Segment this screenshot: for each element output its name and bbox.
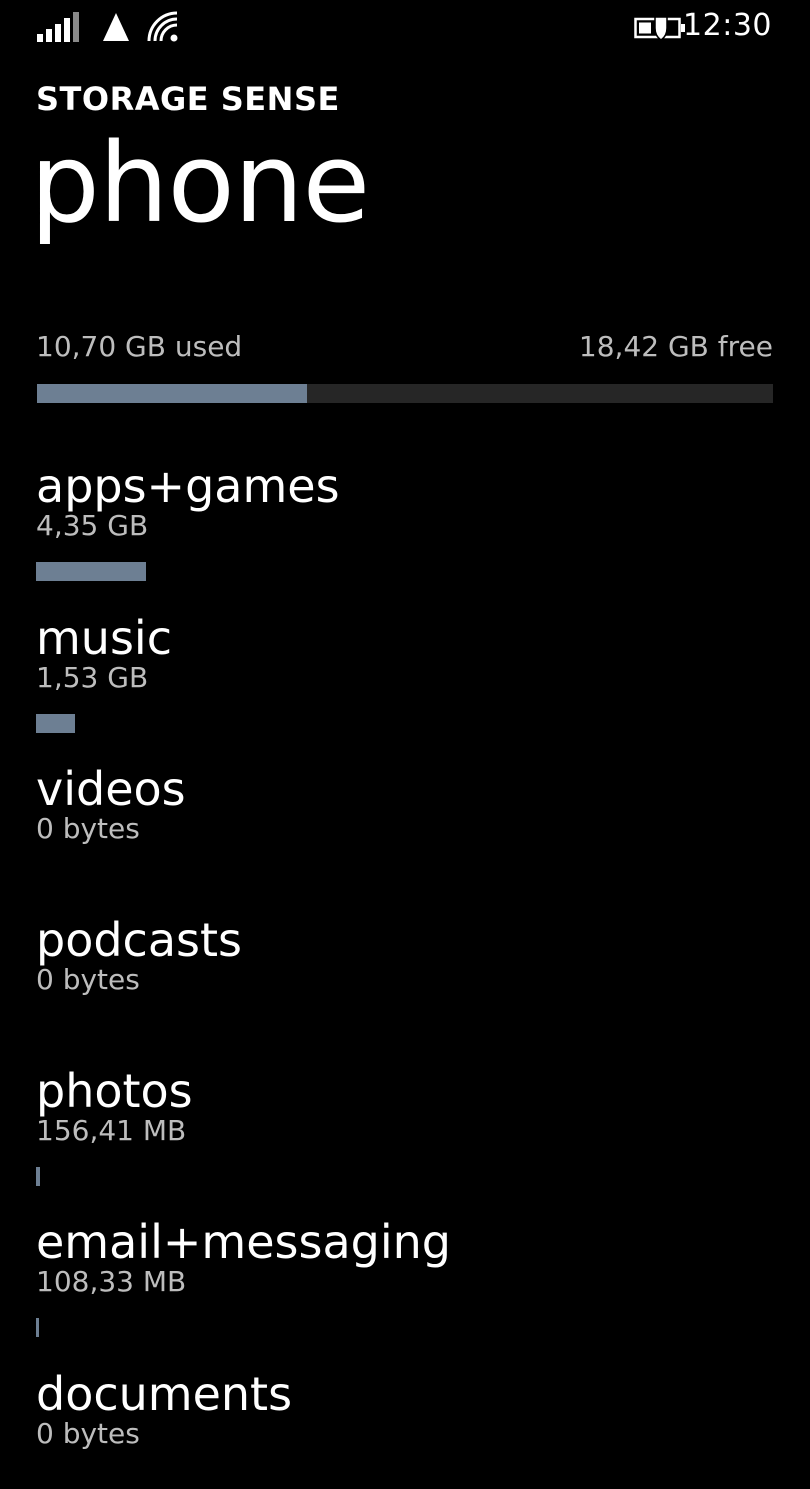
category-size: 0 bytes xyxy=(36,963,140,996)
category-bar-fill xyxy=(36,1167,40,1186)
triangle-network-icon xyxy=(103,13,129,41)
category-size: 156,41 MB xyxy=(36,1114,187,1147)
category-bar xyxy=(36,1167,772,1186)
page-title: phone xyxy=(30,119,370,247)
category-name: videos xyxy=(36,762,186,816)
signal-strength-icon xyxy=(37,12,79,42)
category-name: podcasts xyxy=(36,913,242,967)
category-bar xyxy=(36,562,772,581)
category-name: photos xyxy=(36,1064,193,1118)
used-label: 10,70 GB used xyxy=(36,330,243,363)
category-size: 4,35 GB xyxy=(36,509,149,542)
category-bar xyxy=(36,865,772,884)
status-bar: 12:30 xyxy=(0,0,810,56)
category-apps-games[interactable]: apps+games 4,35 GB xyxy=(36,458,776,581)
category-name: email+messaging xyxy=(36,1215,451,1269)
category-podcasts[interactable]: podcasts 0 bytes xyxy=(36,912,776,1035)
category-name: music xyxy=(36,611,173,665)
category-name: apps+games xyxy=(36,459,340,513)
category-documents[interactable]: documents 0 bytes xyxy=(36,1366,776,1489)
category-bar-fill xyxy=(36,1318,39,1337)
category-bar-fill xyxy=(36,562,146,581)
category-size: 1,53 GB xyxy=(36,661,149,694)
wifi-icon xyxy=(147,11,178,42)
category-bar xyxy=(36,714,772,733)
category-bar-fill xyxy=(36,714,75,733)
category-bar xyxy=(36,1470,772,1489)
free-label: 18,42 GB free xyxy=(578,330,773,363)
category-size: 108,33 MB xyxy=(36,1265,187,1298)
category-videos[interactable]: videos 0 bytes xyxy=(36,761,776,884)
battery-saver-icon xyxy=(634,16,685,41)
category-size: 0 bytes xyxy=(36,1417,140,1450)
category-email-messaging[interactable]: email+messaging 108,33 MB xyxy=(36,1214,776,1337)
category-bar xyxy=(36,1016,772,1035)
total-storage-bar-fill xyxy=(37,384,308,403)
app-title: STORAGE SENSE xyxy=(36,80,340,118)
category-photos[interactable]: photos 156,41 MB xyxy=(36,1063,776,1186)
category-size: 0 bytes xyxy=(36,812,140,845)
category-music[interactable]: music 1,53 GB xyxy=(36,610,776,733)
total-storage-bar xyxy=(37,384,773,403)
category-name: documents xyxy=(36,1367,293,1421)
status-time: 12:30 xyxy=(683,8,772,43)
category-bar xyxy=(36,1318,772,1337)
